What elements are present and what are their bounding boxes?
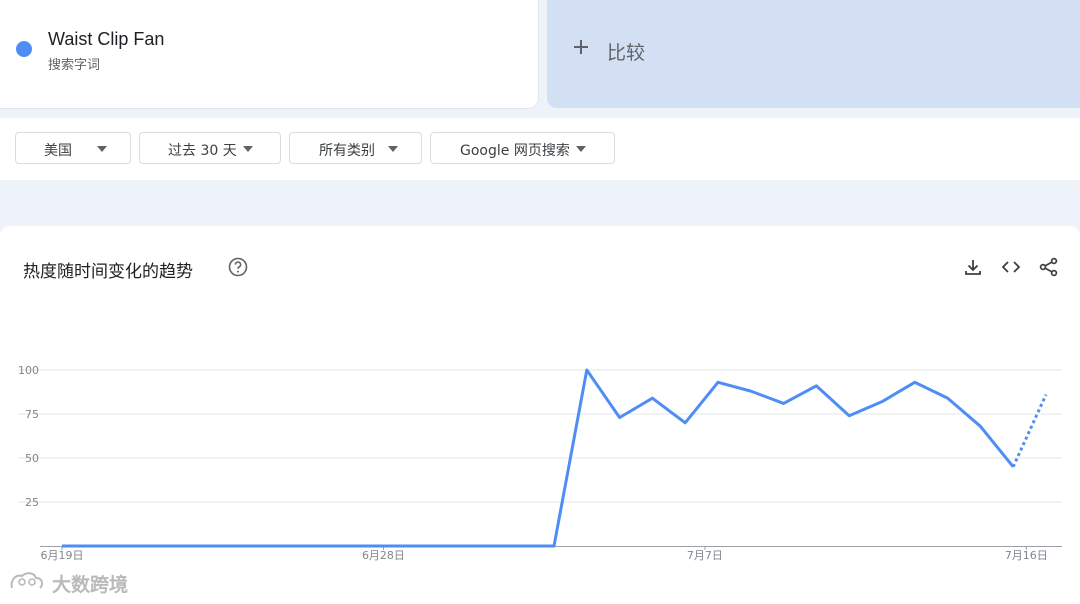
x-tick-label: 6月28日 [362,549,405,562]
x-tick-label: 6月19日 [41,549,84,562]
y-tick-label: 100 [18,364,39,377]
y-tick-label: 75 [25,408,39,421]
partial-data-line [1011,394,1048,468]
x-tick-label: 7月16日 [1005,549,1048,562]
interest-line-chart: 25 50 75 100 6月19日 6月28日 7月7日 7月16日 [18,364,1062,562]
x-tick-label: 7月7日 [687,549,723,562]
y-tick-label: 50 [25,452,39,465]
y-tick-label: 25 [25,496,39,509]
watermark-logo [8,570,48,594]
watermark-text: 大数跨境 [52,574,129,596]
